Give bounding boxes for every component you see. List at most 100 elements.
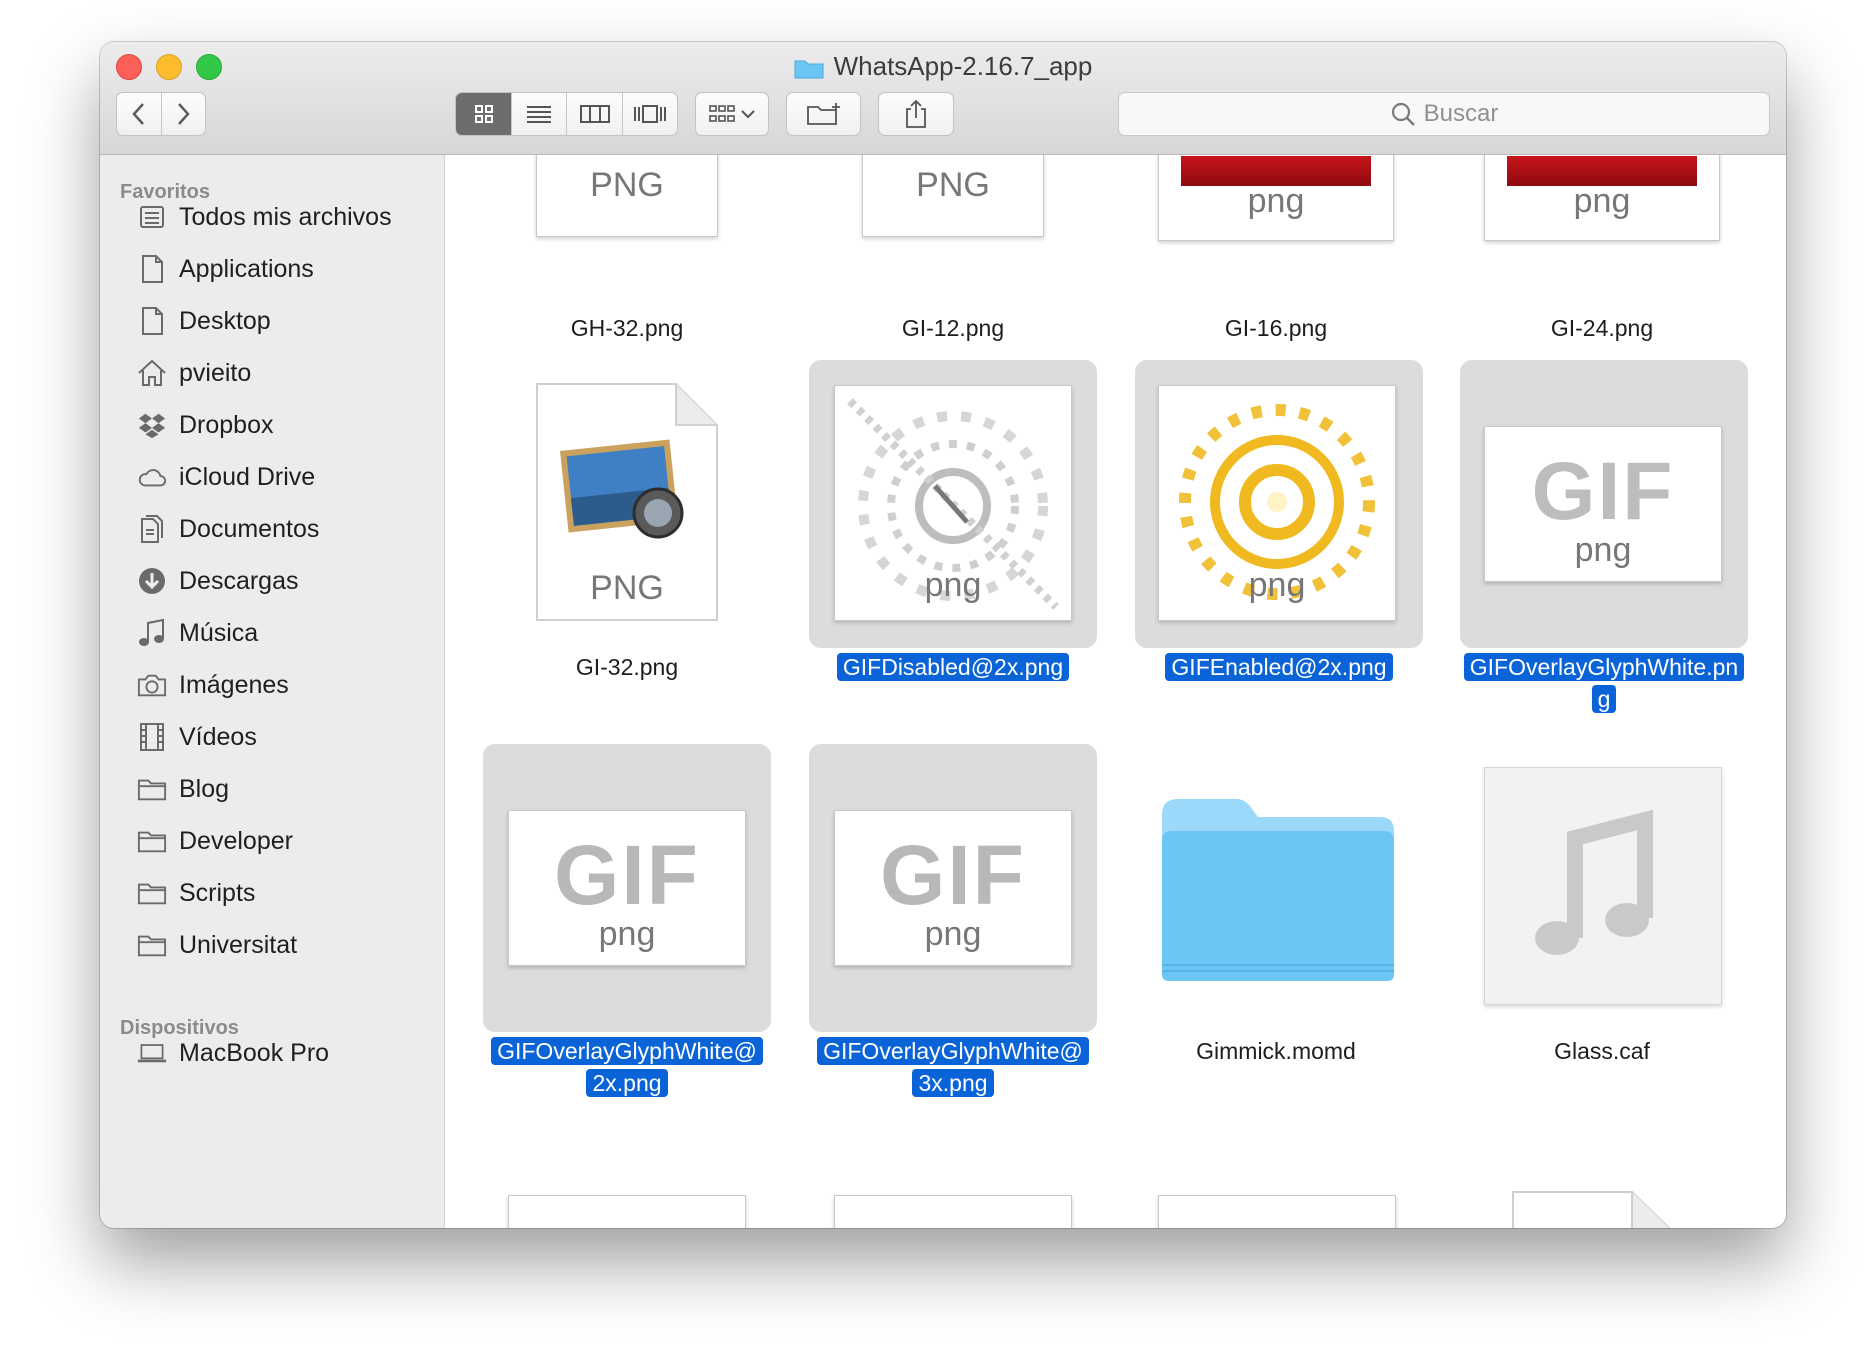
file-thumbnail[interactable] bbox=[834, 1195, 1072, 1228]
dropbox-icon bbox=[137, 410, 167, 440]
file-icon-png[interactable]: PNG bbox=[536, 383, 718, 621]
file-thumbnail[interactable]: PNG bbox=[862, 155, 1044, 237]
columns-icon bbox=[579, 105, 610, 123]
search-field[interactable]: Buscar bbox=[1118, 92, 1770, 136]
file-thumbnail[interactable]: png bbox=[1158, 155, 1394, 241]
sidebar-item-developer[interactable]: Developer bbox=[137, 821, 293, 861]
sidebar-item-pictures[interactable]: Imágenes bbox=[137, 665, 289, 705]
file-name[interactable]: GI-16.png bbox=[1106, 312, 1446, 344]
chevron-right-icon bbox=[178, 103, 190, 125]
file-thumbnail[interactable]: GIF png bbox=[834, 810, 1072, 966]
new-folder-icon bbox=[806, 103, 840, 125]
file-icon-png[interactable] bbox=[1512, 1191, 1694, 1228]
sidebar-item-label: Documentos bbox=[179, 514, 320, 543]
documents-icon bbox=[137, 514, 167, 544]
sidebar-item-label: MacBook Pro bbox=[179, 1038, 330, 1067]
sidebar-item-label: Developer bbox=[179, 826, 293, 855]
back-button[interactable] bbox=[117, 93, 162, 135]
list-icon bbox=[527, 106, 552, 123]
folder-icon[interactable] bbox=[1158, 795, 1398, 985]
file-thumbnail[interactable]: png bbox=[834, 385, 1072, 621]
sidebar-item-label: Todos mis archivos bbox=[179, 202, 392, 231]
window-title-text: WhatsApp-2.16.7_app bbox=[833, 51, 1093, 81]
file-type-badge: PNG bbox=[590, 569, 664, 607]
view-mode-control bbox=[455, 92, 678, 136]
folder-icon bbox=[137, 878, 167, 908]
file-thumbnail[interactable]: GIF png bbox=[1484, 426, 1722, 582]
folder-icon bbox=[137, 774, 167, 804]
home-icon bbox=[137, 358, 167, 388]
sidebar-item-label: pvieito bbox=[179, 358, 252, 387]
new-folder-button[interactable] bbox=[786, 92, 861, 136]
sidebar-item-label: iCloud Drive bbox=[179, 462, 316, 491]
sidebar-item-label: Desktop bbox=[179, 306, 271, 335]
folder-icon bbox=[794, 55, 824, 79]
file-type-badge: PNG bbox=[916, 166, 990, 204]
laptop-icon bbox=[137, 1038, 167, 1068]
audio-file-thumbnail[interactable] bbox=[1484, 767, 1722, 1005]
file-thumbnail[interactable]: png bbox=[1158, 385, 1396, 621]
file-type-badge: png bbox=[924, 915, 982, 953]
sidebar-item-all-files[interactable]: Todos mis archivos bbox=[137, 197, 392, 237]
file-name[interactable]: GI-24.png bbox=[1432, 312, 1772, 344]
folder-icon bbox=[137, 826, 167, 856]
sidebar-item-label: Vídeos bbox=[179, 722, 257, 751]
finder-window: WhatsApp-2.16.7_app Buscar Favoritos Tod… bbox=[100, 42, 1786, 1228]
sidebar-item-music[interactable]: Música bbox=[137, 613, 258, 653]
column-view-button[interactable] bbox=[567, 93, 623, 135]
file-name[interactable]: GIFOverlayGlyphWhite@ 3x.png bbox=[783, 1035, 1123, 1099]
sidebar-item-label: Dropbox bbox=[179, 410, 274, 439]
forward-button[interactable] bbox=[162, 93, 206, 135]
cover-flow-button[interactable] bbox=[623, 93, 677, 135]
sidebar-item-videos[interactable]: Vídeos bbox=[137, 717, 257, 757]
file-thumbnail[interactable]: GIF png bbox=[508, 810, 746, 966]
file-thumbnail[interactable]: PNG bbox=[536, 155, 718, 237]
arrange-button[interactable] bbox=[695, 92, 769, 136]
file-name[interactable]: GIFOverlayGlyphWhite.pn g bbox=[1434, 651, 1774, 715]
chevron-left-icon bbox=[132, 103, 144, 125]
sidebar-item-dropbox[interactable]: Dropbox bbox=[137, 405, 274, 445]
search-placeholder: Buscar bbox=[1423, 100, 1499, 127]
sidebar-item-label: Imágenes bbox=[179, 670, 289, 699]
file-thumbnail[interactable] bbox=[1158, 1195, 1396, 1228]
file-name[interactable]: GI-12.png bbox=[783, 312, 1123, 344]
file-name[interactable]: GIFOverlayGlyphWhite@ 2x.png bbox=[457, 1035, 797, 1099]
share-button[interactable] bbox=[878, 92, 954, 136]
sidebar-item-label: Música bbox=[179, 618, 259, 647]
sidebar-item-macbook[interactable]: MacBook Pro bbox=[137, 1033, 329, 1073]
all-files-icon bbox=[137, 202, 167, 232]
share-icon bbox=[906, 99, 926, 128]
file-type-badge: png bbox=[1573, 182, 1631, 220]
sidebar-item-icloud[interactable]: iCloud Drive bbox=[137, 457, 315, 497]
sidebar-item-universitat[interactable]: Universitat bbox=[137, 925, 297, 965]
sidebar-item-downloads[interactable]: Descargas bbox=[137, 561, 299, 601]
camera-icon bbox=[137, 670, 167, 700]
cloud-icon bbox=[137, 462, 167, 492]
file-thumbnail[interactable]: png bbox=[1484, 155, 1720, 241]
file-name[interactable]: GH-32.png bbox=[457, 312, 797, 344]
sidebar-item-documents[interactable]: Documentos bbox=[137, 509, 319, 549]
sidebar-item-label: Universitat bbox=[179, 930, 298, 959]
arrange-icon bbox=[709, 105, 755, 122]
sidebar-item-home[interactable]: pvieito bbox=[137, 353, 251, 393]
file-name[interactable]: GIFEnabled@2x.png bbox=[1109, 651, 1449, 683]
sidebar-item-applications[interactable]: Applications bbox=[137, 249, 314, 289]
file-name[interactable]: Glass.caf bbox=[1432, 1035, 1772, 1067]
folder-icon bbox=[137, 930, 167, 960]
search-icon bbox=[1391, 102, 1415, 126]
sidebar-item-blog[interactable]: Blog bbox=[137, 769, 229, 809]
file-name[interactable]: GI-32.png bbox=[457, 651, 797, 683]
gif-glyph: GIF bbox=[554, 828, 700, 922]
sidebar-item-desktop[interactable]: Desktop bbox=[137, 301, 271, 341]
sidebar-item-scripts[interactable]: Scripts bbox=[137, 873, 255, 913]
file-name[interactable]: Gimmick.momd bbox=[1106, 1035, 1446, 1067]
file-type-badge: png bbox=[598, 915, 656, 953]
icon-view-button[interactable] bbox=[456, 93, 513, 135]
file-name[interactable]: GIFDisabled@2x.png bbox=[783, 651, 1123, 683]
music-icon bbox=[137, 618, 167, 648]
sidebar-item-label: Scripts bbox=[179, 878, 256, 907]
list-view-button[interactable] bbox=[512, 93, 568, 135]
music-note-icon bbox=[1535, 809, 1653, 955]
file-thumbnail[interactable] bbox=[508, 1195, 746, 1228]
sidebar-item-label: Applications bbox=[179, 254, 314, 283]
